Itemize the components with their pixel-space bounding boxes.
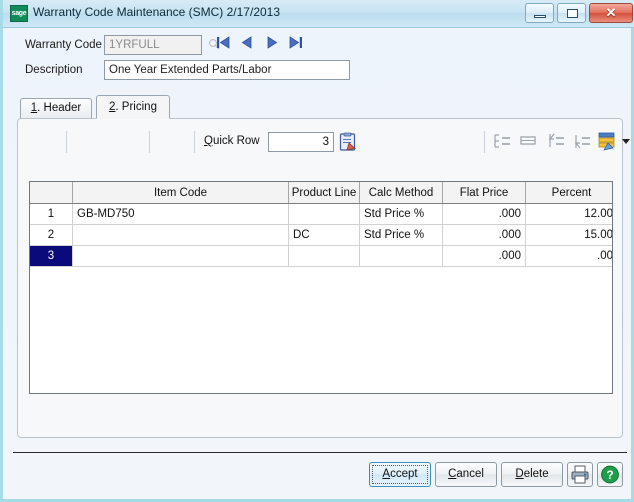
quick-row-label: Quick Row — [204, 135, 260, 147]
delete-label: elete — [523, 468, 549, 480]
cell-percent[interactable]: 12.00 — [525, 203, 612, 225]
column-header-product-line[interactable]: Product Line — [288, 182, 360, 204]
next-record-button[interactable] — [264, 35, 279, 50]
quick-row-input[interactable]: 3 — [268, 132, 334, 152]
svg-text:?: ? — [606, 468, 613, 482]
tab-strip: 1. Header 2. Pricing — [20, 95, 620, 119]
accept-button[interactable]: Accept — [369, 462, 431, 487]
maximize-button[interactable] — [557, 3, 586, 23]
quick-row-label-rest: uick Row — [212, 135, 260, 147]
warranty-code-field[interactable]: 1YRFULL — [104, 35, 202, 55]
last-record-button[interactable] — [288, 35, 303, 50]
dialog-button-bar: Accept Cancel Delete ? — [369, 462, 623, 487]
cell-product-line[interactable] — [288, 203, 360, 225]
close-icon: ✕ — [605, 5, 617, 20]
move-row-down-icon[interactable] — [572, 131, 592, 151]
cell-calc-method[interactable] — [359, 245, 443, 267]
help-button[interactable]: ? — [597, 462, 623, 487]
table-row[interactable]: 1 GB-MD750 Std Price % .000 12.00 — [30, 203, 612, 225]
description-field[interactable]: One Year Extended Parts/Labor — [104, 60, 350, 80]
grid-toolbar: Quick Row 3 — [18, 119, 630, 163]
move-row-up-icon[interactable] — [546, 131, 566, 151]
column-header-percent[interactable]: Percent — [525, 182, 612, 204]
cancel-label: ancel — [456, 468, 484, 480]
delete-mnemonic: D — [515, 468, 524, 480]
delete-row-icon[interactable] — [518, 131, 538, 151]
pricing-panel: Quick Row 3 Item Code Product Line Calc … — [17, 118, 630, 438]
grid-settings-icon[interactable] — [596, 130, 618, 152]
pricing-grid[interactable]: Item Code Product Line Calc Method Flat … — [29, 181, 613, 394]
application-window: sage Warranty Code Maintenance (SMC) 2/1… — [0, 0, 634, 502]
first-record-button[interactable] — [216, 35, 231, 50]
cell-flat-price[interactable]: .000 — [442, 224, 526, 246]
delete-button[interactable]: Delete — [501, 462, 563, 487]
tab-pricing[interactable]: 2. Pricing — [96, 95, 170, 119]
table-row-selected[interactable]: 3 .000 .00 — [30, 245, 612, 267]
focus-outline — [372, 465, 428, 484]
window-controls: ✕ — [525, 3, 633, 23]
table-row[interactable]: 2 DC Std Price % .000 15.00 — [30, 224, 612, 246]
minimize-button[interactable] — [525, 3, 554, 23]
quick-row-edit-icon[interactable] — [338, 132, 358, 152]
record-navigation — [216, 35, 303, 50]
column-header-flat-price[interactable]: Flat Price — [442, 182, 526, 204]
cell-calc-method[interactable]: Std Price % — [359, 224, 443, 246]
tab-pricing-label: . Pricing — [115, 101, 157, 113]
sage-logo-icon: sage — [10, 5, 28, 22]
description-label: Description — [25, 64, 83, 76]
grid-settings-dropdown-icon[interactable] — [622, 139, 630, 144]
row-number[interactable]: 3 — [30, 245, 73, 267]
column-header-rownum[interactable] — [30, 182, 73, 204]
close-button[interactable]: ✕ — [589, 3, 633, 23]
cell-item-code[interactable] — [72, 224, 289, 246]
cell-item-code[interactable] — [72, 245, 289, 267]
print-button[interactable] — [567, 462, 593, 487]
title-bar: sage Warranty Code Maintenance (SMC) 2/1… — [3, 0, 634, 28]
cancel-button[interactable]: Cancel — [435, 462, 497, 487]
help-icon: ? — [601, 465, 619, 484]
insert-row-icon[interactable] — [492, 131, 512, 151]
cell-flat-price[interactable]: .000 — [442, 245, 526, 267]
tab-header-label: . Header — [37, 102, 82, 114]
footer-divider — [13, 452, 627, 453]
cell-percent[interactable]: .00 — [525, 245, 612, 267]
quick-row-mnemonic: Q — [204, 135, 213, 147]
column-header-item-code[interactable]: Item Code — [72, 182, 289, 204]
tab-header[interactable]: 1. Header — [20, 98, 92, 118]
cell-item-code[interactable]: GB-MD750 — [72, 203, 289, 225]
row-number[interactable]: 2 — [30, 224, 73, 246]
previous-record-button[interactable] — [240, 35, 255, 50]
cell-product-line[interactable] — [288, 245, 360, 267]
cell-flat-price[interactable]: .000 — [442, 203, 526, 225]
cell-percent[interactable]: 15.00 — [525, 224, 612, 246]
cell-calc-method[interactable]: Std Price % — [359, 203, 443, 225]
minimize-icon — [534, 15, 546, 18]
table-header-row: Item Code Product Line Calc Method Flat … — [30, 182, 612, 204]
column-header-calc-method[interactable]: Calc Method — [359, 182, 443, 204]
cell-product-line[interactable]: DC — [288, 224, 360, 246]
warranty-code-label: Warranty Code — [25, 39, 102, 51]
pricing-table: Item Code Product Line Calc Method Flat … — [30, 182, 612, 267]
row-number[interactable]: 1 — [30, 203, 73, 225]
window-title: Warranty Code Maintenance (SMC) 2/17/201… — [33, 5, 281, 19]
maximize-icon — [567, 9, 578, 18]
printer-icon — [571, 465, 589, 484]
